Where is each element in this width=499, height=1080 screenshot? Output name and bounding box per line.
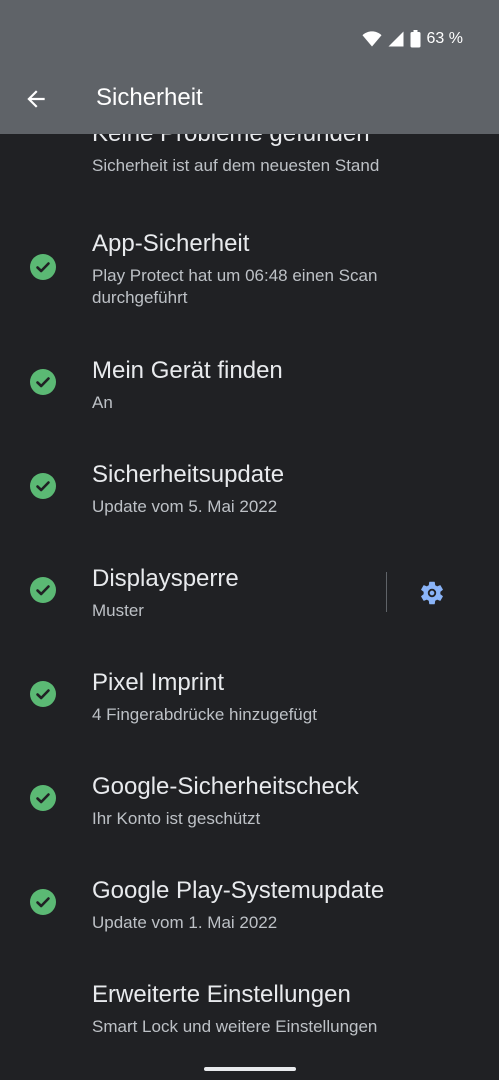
wifi-icon bbox=[362, 31, 382, 47]
page-title: Sicherheit bbox=[96, 84, 203, 111]
item-label: Displaysperre bbox=[92, 565, 239, 592]
gesture-nav-handle[interactable] bbox=[204, 1067, 296, 1071]
check-circle-icon bbox=[30, 785, 56, 811]
item-sub: 4 Fingerabdrücke hinzugefügt bbox=[92, 705, 317, 724]
item-label: Google Play-Systemupdate bbox=[92, 877, 385, 904]
gear-icon[interactable] bbox=[418, 579, 446, 607]
check-circle-icon bbox=[30, 889, 56, 915]
item-find-my-device[interactable]: Mein Gerät finden An bbox=[0, 345, 499, 425]
check-circle-icon bbox=[30, 254, 56, 280]
item-google-security-checkup[interactable]: Google-Sicherheitscheck Ihr Konto ist ge… bbox=[0, 761, 499, 841]
item-app-security[interactable]: App-Sicherheit Play Protect hat um 06:48… bbox=[0, 220, 499, 320]
item-sub: Ihr Konto ist geschützt bbox=[92, 809, 261, 828]
item-sub: Update vom 5. Mai 2022 bbox=[92, 497, 278, 516]
back-arrow-icon[interactable] bbox=[22, 86, 50, 112]
item-sub: An bbox=[92, 393, 113, 412]
item-screen-lock[interactable]: Displaysperre Muster bbox=[0, 553, 370, 633]
check-circle-icon bbox=[30, 473, 56, 499]
settings-list: Keine Probleme gefunden Sicherheit ist a… bbox=[0, 0, 499, 1080]
item-label: Sicherheitsupdate bbox=[92, 461, 285, 488]
battery-icon bbox=[410, 30, 421, 48]
item-sub: Update vom 1. Mai 2022 bbox=[92, 913, 278, 932]
summary-subtitle: Sicherheit ist auf dem neuesten Stand bbox=[92, 156, 380, 175]
item-security-update[interactable]: Sicherheitsupdate Update vom 5. Mai 2022 bbox=[0, 449, 499, 529]
item-label: Mein Gerät finden bbox=[92, 357, 283, 384]
check-circle-icon bbox=[30, 369, 56, 395]
item-advanced-settings[interactable]: Erweiterte Einstellungen Smart Lock und … bbox=[0, 969, 499, 1049]
item-sub: Play Protect hat um 06:48 einen Scan dur… bbox=[92, 266, 378, 307]
divider bbox=[386, 572, 387, 612]
check-circle-icon bbox=[30, 577, 56, 603]
battery-percent: 63 % bbox=[426, 30, 463, 47]
check-circle-icon bbox=[30, 681, 56, 707]
app-bar: 63 % Sicherheit bbox=[0, 0, 499, 134]
item-sub: Muster bbox=[92, 601, 144, 620]
status-bar: 63 % bbox=[362, 28, 463, 50]
item-label: Pixel Imprint bbox=[92, 669, 225, 696]
item-sub: Smart Lock und weitere Einstellungen bbox=[92, 1017, 378, 1036]
cell-signal-icon bbox=[388, 31, 404, 47]
item-label: Google-Sicherheitscheck bbox=[92, 773, 359, 800]
item-label: App-Sicherheit bbox=[92, 230, 250, 257]
item-play-system-update[interactable]: Google Play-Systemupdate Update vom 1. M… bbox=[0, 865, 499, 945]
item-pixel-imprint[interactable]: Pixel Imprint 4 Fingerabdrücke hinzugefü… bbox=[0, 657, 499, 737]
item-label: Erweiterte Einstellungen bbox=[92, 981, 351, 1008]
